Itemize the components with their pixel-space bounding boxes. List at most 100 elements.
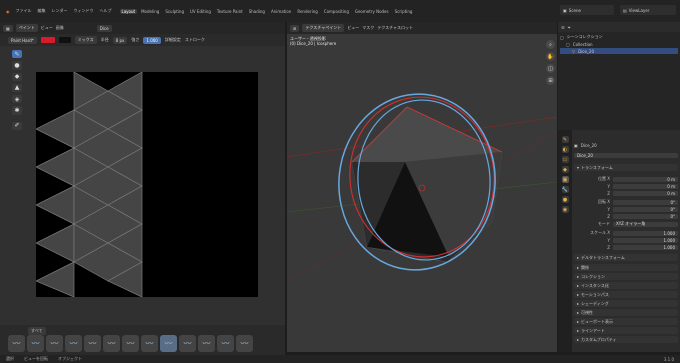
tab-compositing[interactable]: Compositing (322, 9, 351, 14)
panel-instancing[interactable]: ▸ インスタンス化 (574, 282, 678, 289)
panel-shading[interactable]: ▸ シェーディング (574, 300, 678, 307)
tool-tab-icon[interactable]: ✎ (561, 136, 569, 143)
tab-scripting[interactable]: Scripting (393, 9, 415, 14)
mask-tool-icon[interactable]: ✱ (12, 106, 22, 115)
blend-mode-dropdown[interactable]: ミックス (74, 36, 97, 44)
menu-render[interactable]: レンダー (50, 8, 70, 14)
paint-mode-dropdown[interactable]: ペイント (15, 24, 38, 32)
tab-modeling[interactable]: Modeling (139, 9, 161, 14)
brush-thumbnail[interactable]: 〰 (46, 335, 63, 352)
panel-custom-properties[interactable]: ▸ カスタムプロパティ (574, 336, 678, 343)
rotation-mode-dropdown[interactable]: XYZ オイラー角 (613, 221, 678, 227)
soften-tool-icon[interactable]: ● (12, 61, 22, 70)
rotation-x-field[interactable]: 0° (613, 199, 678, 205)
chevron-right-icon: ▸ (577, 310, 580, 315)
panel-viewport-display[interactable]: ▸ ビューポート表示 (574, 318, 678, 325)
annotate-tool-icon[interactable]: ✐ (12, 121, 22, 130)
brush-thumbnail[interactable]: 〰 (65, 335, 82, 352)
editor-type-button[interactable]: ▦ (3, 24, 13, 32)
menu-view[interactable]: ビュー (347, 25, 359, 31)
menu-window[interactable]: ウィンドウ (72, 8, 96, 14)
scale-x-field[interactable]: 1.000 (613, 230, 678, 236)
tab-sculpting[interactable]: Sculpting (163, 9, 186, 14)
outliner-row[interactable]: ▢ シーンコレクション (560, 34, 678, 40)
rotation-z-field[interactable]: 0° (613, 213, 678, 219)
secondary-color-swatch[interactable] (58, 37, 71, 43)
draw-tool-icon[interactable]: ✎ (12, 50, 22, 59)
location-y-field[interactable]: 0 m (613, 183, 678, 189)
image-selector[interactable]: Dice (96, 24, 112, 32)
outliner-icon[interactable]: ☰ (561, 25, 565, 30)
tab-layout[interactable]: Layout (119, 8, 138, 14)
menu-texture-slots[interactable]: テクスチャスロット (377, 25, 413, 31)
camera-icon[interactable]: ◫ (546, 64, 555, 73)
brush-thumbnail[interactable]: 〰 (179, 335, 196, 352)
smear-tool-icon[interactable]: ◆ (12, 72, 22, 81)
tab-texture-paint[interactable]: Texture Paint (215, 9, 245, 14)
panel-line-art[interactable]: ▸ ラインアート (574, 327, 678, 334)
outliner-filter-icon[interactable]: ⏷ (568, 25, 571, 30)
tab-shading[interactable]: Shading (247, 9, 267, 14)
panel-relations[interactable]: ▸ 関係 (574, 264, 678, 271)
brush-thumbnail[interactable]: 〰 (103, 335, 120, 352)
zoom-icon[interactable]: ⌕ (546, 40, 555, 49)
physics-tab-icon[interactable]: ● (561, 196, 569, 203)
panel-motion-paths[interactable]: ▸ モーションパス (574, 291, 678, 298)
delta-transform-panel[interactable]: ▸ デルタトランスフォーム (574, 254, 678, 261)
brush-thumbnail[interactable]: 〰 (27, 335, 44, 352)
scale-y-field[interactable]: 1.000 (613, 237, 678, 243)
output-tab-icon[interactable]: ▭ (561, 156, 569, 163)
scene-selector[interactable]: ▣ Scene (560, 5, 614, 15)
brush-thumbnail-active[interactable]: 〰 (160, 335, 177, 352)
fill-tool-icon[interactable]: ◈ (12, 95, 22, 104)
texture-paint-mode-dropdown[interactable]: テクスチャペイント (302, 24, 345, 32)
brush-thumbnail[interactable]: 〰 (236, 335, 253, 352)
location-z-field[interactable]: 0 m (613, 190, 678, 196)
brush-tab-all[interactable]: すべて (28, 327, 46, 335)
editor-type-button[interactable]: ⊞ (290, 24, 300, 32)
scene-tab-icon[interactable]: ◆ (561, 166, 569, 173)
modifier-tab-icon[interactable]: 🔧 (561, 186, 569, 193)
tab-uv-editing[interactable]: UV Editing (188, 9, 213, 14)
tab-animation[interactable]: Animation (269, 9, 293, 14)
uv-image-canvas[interactable] (35, 71, 258, 298)
menu-edit[interactable]: 編集 (36, 8, 48, 14)
panel-visibility[interactable]: ▸ 可視性 (574, 309, 678, 316)
menu-image[interactable]: 画像 (56, 25, 64, 31)
strength-field[interactable]: 1.000 (143, 36, 161, 44)
material-tab-icon[interactable]: ◉ (561, 206, 569, 213)
outliner-row-selected[interactable]: ▽ Dice_20 (560, 48, 678, 54)
brush-thumbnail[interactable]: 〰 (217, 335, 234, 352)
grid-icon[interactable]: ⊞ (546, 76, 555, 85)
menu-help[interactable]: ヘルプ (98, 8, 114, 14)
object-name-field[interactable]: Dice_20 (574, 152, 678, 158)
render-tab-icon[interactable]: ◐ (561, 146, 569, 153)
menu-file[interactable]: ファイル (14, 8, 34, 14)
menu-mask[interactable]: マスク (362, 25, 374, 31)
view-layer-selector[interactable]: ▤ ViewLayer (620, 5, 676, 15)
settings-dropdown[interactable]: 詳細設定 (165, 37, 181, 43)
tab-geometry-nodes[interactable]: Geometry Nodes (353, 9, 391, 14)
brush-thumbnail[interactable]: 〰 (122, 335, 139, 352)
brush-thumbnail[interactable]: 〰 (8, 335, 25, 352)
rotation-y-field[interactable]: 0° (613, 206, 678, 212)
object-tab-icon[interactable]: ▣ (561, 176, 569, 183)
color-swatch[interactable] (40, 37, 55, 43)
pan-hand-icon[interactable]: ✋ (546, 52, 555, 61)
tab-rendering[interactable]: Rendering (295, 9, 319, 14)
brush-selector[interactable]: Paint Hard* (8, 36, 37, 44)
3d-viewport[interactable] (286, 22, 558, 352)
location-x-field[interactable]: 0 m (613, 176, 678, 182)
menu-view[interactable]: ビュー (41, 25, 53, 31)
scale-z-field[interactable]: 1.000 (613, 244, 678, 250)
transform-panel-header[interactable]: ▾ トランスフォーム (574, 164, 678, 171)
panel-collections[interactable]: ▸ コレクション (574, 273, 678, 280)
brush-thumbnail[interactable]: 〰 (198, 335, 215, 352)
outliner-row[interactable]: ▢ Collection (560, 41, 678, 47)
brush-thumbnail[interactable]: 〰 (141, 335, 158, 352)
blender-logo-icon[interactable]: ◉ (4, 9, 12, 14)
brush-thumbnail[interactable]: 〰 (84, 335, 101, 352)
radius-field[interactable]: 8 px (112, 36, 128, 44)
clone-tool-icon[interactable]: ▲ (12, 83, 22, 93)
stroke-dropdown[interactable]: ストローク (185, 37, 205, 43)
